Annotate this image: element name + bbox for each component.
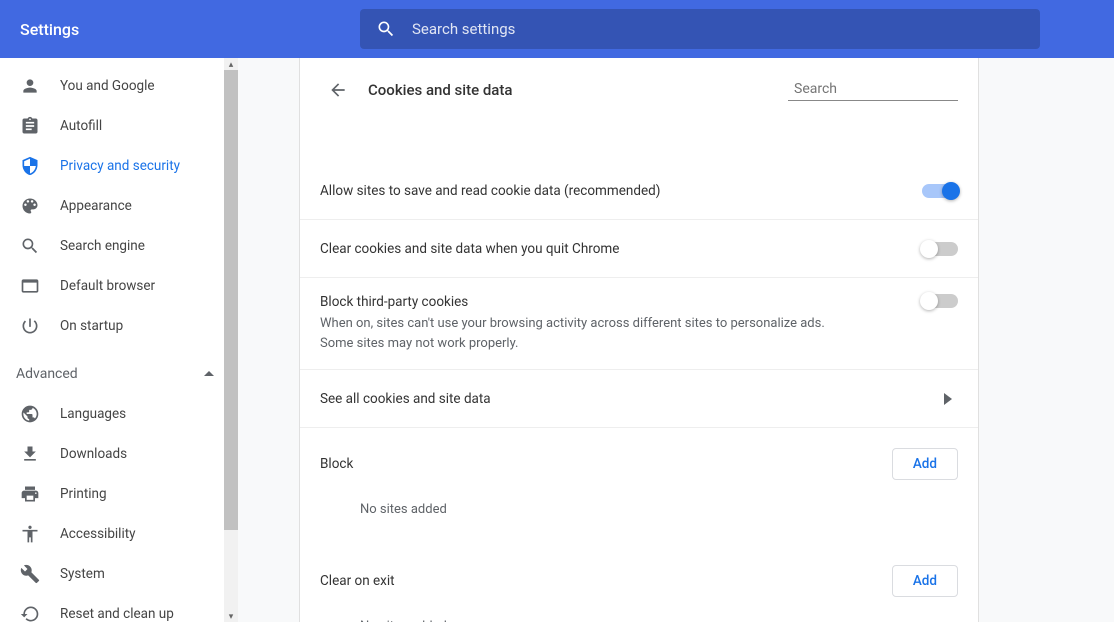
palette-icon: [20, 196, 60, 216]
sidebar-item-label: Search engine: [60, 238, 145, 254]
setting-description: When on, sites can't use your browsing a…: [320, 314, 860, 353]
empty-message: No sites added: [300, 490, 978, 545]
sidebar-item-label: Default browser: [60, 278, 155, 294]
sidebar-item-search-engine[interactable]: Search engine: [0, 226, 238, 266]
section-block: Block Add: [300, 428, 978, 490]
page-title: Cookies and site data: [368, 81, 788, 99]
person-icon: [20, 76, 60, 96]
page-search-input[interactable]: [794, 81, 972, 97]
main-search-input[interactable]: [412, 20, 1024, 38]
card-header: Cookies and site data: [300, 58, 978, 122]
printer-icon: [20, 484, 60, 504]
sidebar: ▴ ▾ You and Google Autofill Privacy and …: [0, 58, 238, 622]
sidebar-item-label: System: [60, 566, 105, 582]
content-area: Cookies and site data Allow sites to sav…: [238, 58, 1114, 622]
sidebar-item-autofill[interactable]: Autofill: [0, 106, 238, 146]
scroll-up-icon[interactable]: ▴: [227, 60, 235, 68]
scroll-down-icon[interactable]: ▾: [227, 612, 235, 620]
sidebar-item-label: Privacy and security: [60, 158, 180, 174]
sidebar-item-you-and-google[interactable]: You and Google: [0, 66, 238, 106]
sidebar-item-label: Autofill: [60, 118, 102, 134]
sidebar-item-system[interactable]: System: [0, 554, 238, 594]
see-all-cookies-link[interactable]: See all cookies and site data: [300, 370, 978, 428]
settings-card: Cookies and site data Allow sites to sav…: [299, 58, 979, 622]
app-header: Settings: [0, 0, 1114, 58]
toggle-knob: [920, 240, 938, 258]
chevron-right-icon: [944, 393, 952, 405]
link-label: See all cookies and site data: [320, 391, 938, 407]
chevron-up-icon: [204, 369, 214, 379]
sidebar-item-label: Accessibility: [60, 526, 136, 542]
restore-icon: [20, 604, 60, 622]
toggle-knob: [920, 292, 938, 310]
app-title: Settings: [20, 20, 360, 39]
clipboard-icon: [20, 116, 60, 136]
add-block-button[interactable]: Add: [892, 448, 958, 480]
globe-icon: [20, 404, 60, 424]
setting-block-third-party: Block third-party cookies When on, sites…: [300, 278, 978, 370]
sidebar-item-label: You and Google: [60, 78, 155, 94]
section-title: Block: [320, 456, 353, 472]
sidebar-item-label: Printing: [60, 486, 107, 502]
sidebar-item-downloads[interactable]: Downloads: [0, 434, 238, 474]
main-search[interactable]: [360, 9, 1040, 49]
section-clear-on-exit: Clear on exit Add: [300, 545, 978, 607]
setting-label: Allow sites to save and read cookie data…: [320, 183, 922, 199]
setting-clear-on-quit: Clear cookies and site data when you qui…: [300, 220, 978, 278]
sidebar-item-printing[interactable]: Printing: [0, 474, 238, 514]
sidebar-item-privacy[interactable]: Privacy and security: [0, 146, 238, 186]
setting-label: Clear cookies and site data when you qui…: [320, 241, 922, 257]
page-search[interactable]: [788, 80, 958, 101]
search-icon: [376, 19, 396, 39]
empty-message: No sites added: [300, 607, 978, 622]
toggle-clear-on-quit[interactable]: [922, 242, 958, 256]
sidebar-item-languages[interactable]: Languages: [0, 394, 238, 434]
scrollbar-track[interactable]: ▴ ▾: [224, 58, 238, 622]
browser-icon: [20, 276, 60, 296]
setting-label: Block third-party cookies: [320, 294, 922, 310]
accessibility-icon: [20, 524, 60, 544]
sidebar-item-label: Appearance: [60, 198, 132, 214]
search-icon: [20, 236, 60, 256]
sidebar-item-label: Reset and clean up: [60, 606, 174, 622]
scrollbar-thumb[interactable]: [224, 70, 238, 530]
sidebar-item-accessibility[interactable]: Accessibility: [0, 514, 238, 554]
sidebar-item-label: Downloads: [60, 446, 127, 462]
toggle-knob: [942, 182, 960, 200]
sidebar-item-appearance[interactable]: Appearance: [0, 186, 238, 226]
download-icon: [20, 444, 60, 464]
sidebar-item-reset[interactable]: Reset and clean up: [0, 594, 238, 622]
shield-icon: [20, 156, 60, 176]
sidebar-item-on-startup[interactable]: On startup: [0, 306, 238, 346]
sidebar-item-default-browser[interactable]: Default browser: [0, 266, 238, 306]
toggle-allow-cookies[interactable]: [922, 184, 958, 198]
add-clear-button[interactable]: Add: [892, 565, 958, 597]
setting-allow-cookies: Allow sites to save and read cookie data…: [300, 162, 978, 220]
sidebar-item-label: On startup: [60, 318, 123, 334]
wrench-icon: [20, 564, 60, 584]
toggle-block-third-party[interactable]: [922, 294, 958, 308]
back-button[interactable]: [320, 72, 356, 108]
arrow-back-icon: [328, 80, 348, 100]
advanced-toggle[interactable]: Advanced: [0, 354, 238, 394]
section-title: Clear on exit: [320, 573, 395, 589]
power-icon: [20, 316, 60, 336]
sidebar-item-label: Languages: [60, 406, 126, 422]
advanced-label: Advanced: [16, 366, 78, 382]
